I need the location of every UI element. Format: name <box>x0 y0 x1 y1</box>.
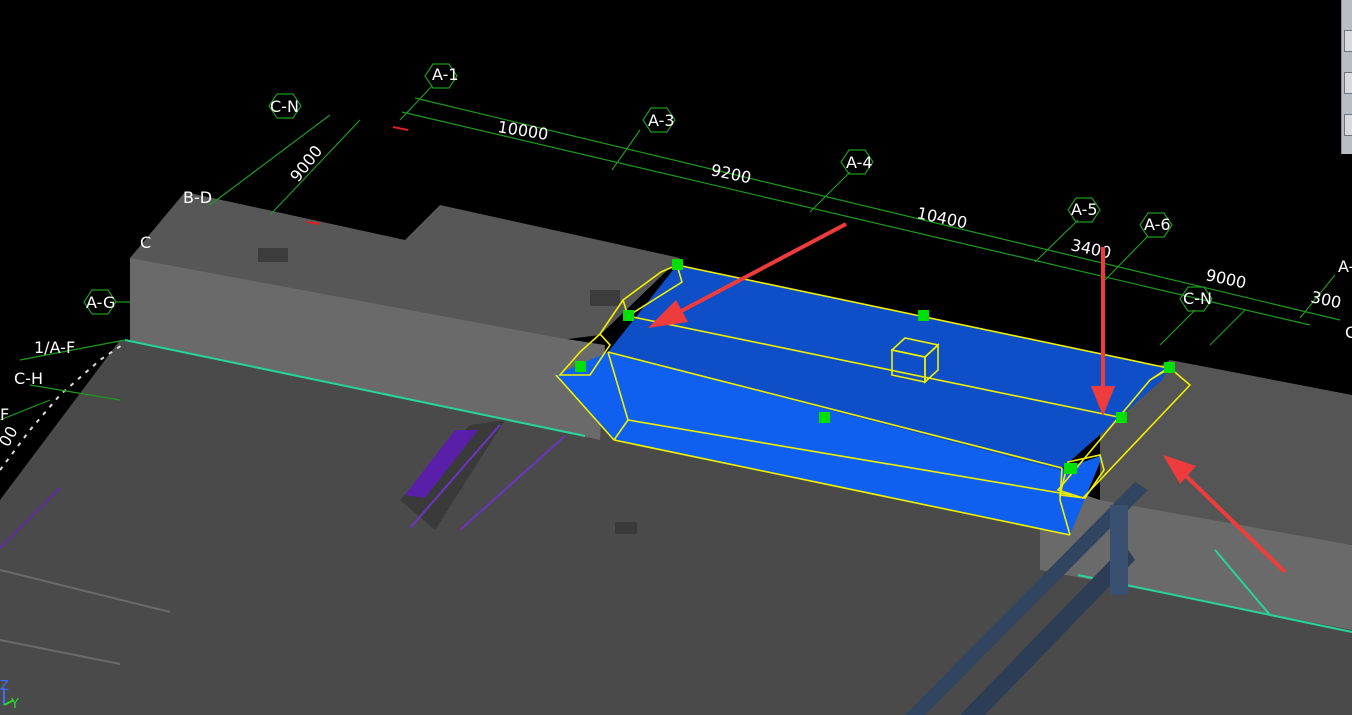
grip-handle[interactable] <box>623 310 634 321</box>
axis-label-a7: A- <box>1338 257 1352 276</box>
gizmo-y-label: Y <box>10 697 19 712</box>
grip-handle[interactable] <box>1116 412 1127 423</box>
view-cube-icon[interactable] <box>1344 30 1352 52</box>
axis-label-bd: B-D <box>183 188 212 207</box>
small-box <box>615 522 637 534</box>
axis-label-ch: C-H <box>14 369 43 388</box>
view-toolbar <box>1341 0 1352 154</box>
grip-handle[interactable] <box>672 259 683 270</box>
axis-label-a5: A-5 <box>1071 200 1098 219</box>
axis-label-a6: A-6 <box>1144 215 1171 234</box>
small-box <box>590 290 620 306</box>
dim-a4-a5: 10400 <box>915 203 969 232</box>
grip-handle[interactable] <box>575 361 586 372</box>
axis-label-a4: A-4 <box>846 153 873 172</box>
axis-label-ag: A-G <box>86 293 115 312</box>
axis-marker <box>392 126 409 131</box>
dim-a3-a4: 9200 <box>709 160 753 187</box>
axis-label-c-left: C <box>140 233 151 252</box>
beam-post <box>1110 505 1128 595</box>
dim-end: 300 <box>1309 287 1343 312</box>
small-box <box>258 248 288 262</box>
axis-label-cn-right: C-N <box>1183 289 1212 308</box>
grip-handle[interactable] <box>819 412 830 423</box>
grip-handle[interactable] <box>1064 463 1077 474</box>
axis-label-1af: 1/A-F <box>34 338 75 357</box>
grip-handle[interactable] <box>1164 362 1175 373</box>
3d-model-viewport[interactable]: A-1 C-N A-3 A-4 A-5 A-6 A- C-N C B-D C A… <box>0 0 1352 715</box>
axis-label-a3: A-3 <box>648 111 675 130</box>
gizmo-z-label: Z <box>0 679 9 694</box>
orbit-icon[interactable] <box>1344 72 1352 94</box>
dim-a5-a6: 3400 <box>1069 235 1113 262</box>
dim-vertical: 9000 <box>286 142 326 186</box>
axis-label-cn-left: C-N <box>270 97 299 116</box>
axis-label-a1: A-1 <box>432 65 459 84</box>
dim-a1-a3: 10000 <box>496 117 549 144</box>
axis-label-f: F <box>0 405 9 424</box>
axis-label-c-right: C <box>1345 323 1352 342</box>
grip-handle[interactable] <box>918 310 929 321</box>
layer-icon[interactable] <box>1344 114 1352 136</box>
